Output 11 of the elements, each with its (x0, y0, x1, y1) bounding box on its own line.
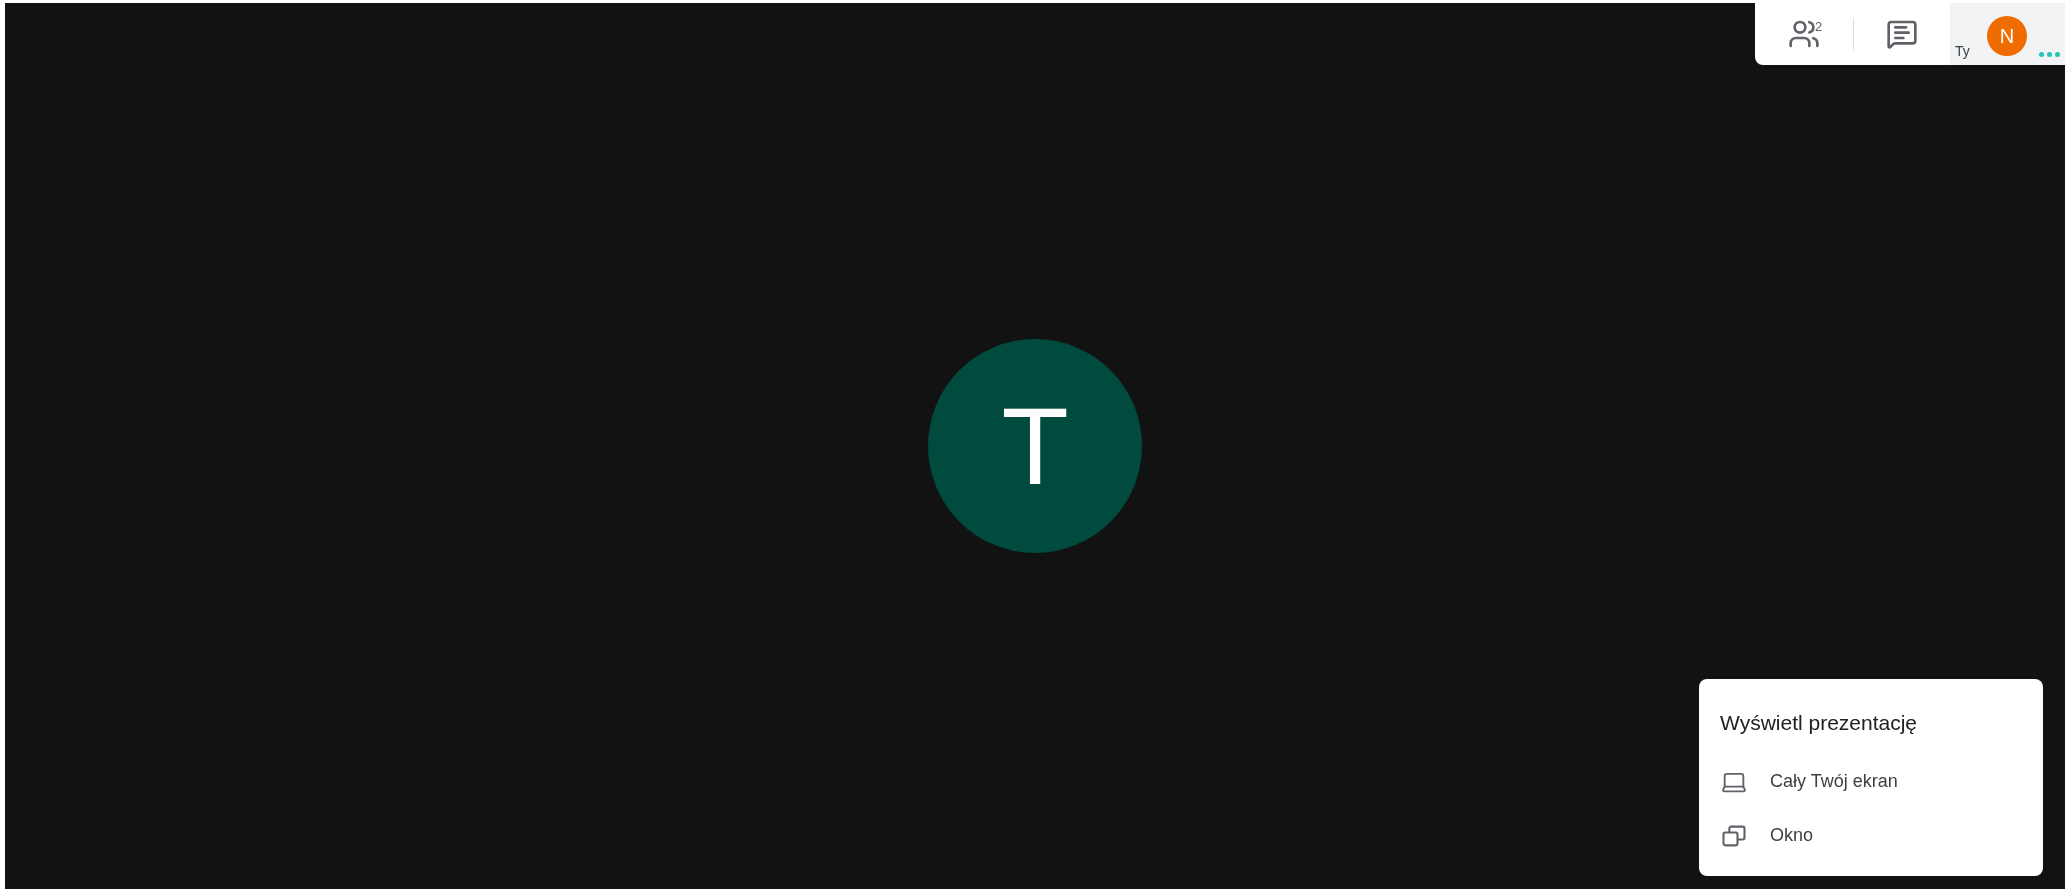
self-label: Ty (1955, 42, 1970, 61)
chat-icon (1886, 18, 1918, 50)
menu-item[interactable]: Okno (1720, 808, 1814, 863)
menu-title: Wyświetl prezentację (1720, 710, 1919, 736)
participants-count: 2 (1815, 18, 1823, 36)
menu-item[interactable]: Cały Twój ekran (1720, 754, 1898, 809)
participant-avatar: T (928, 339, 1142, 553)
people-icon (1788, 18, 1820, 50)
speaking-indicator-icon (2039, 52, 2060, 57)
participants-button[interactable]: 2 (1755, 3, 1853, 65)
self-avatar: N (1987, 16, 2027, 56)
